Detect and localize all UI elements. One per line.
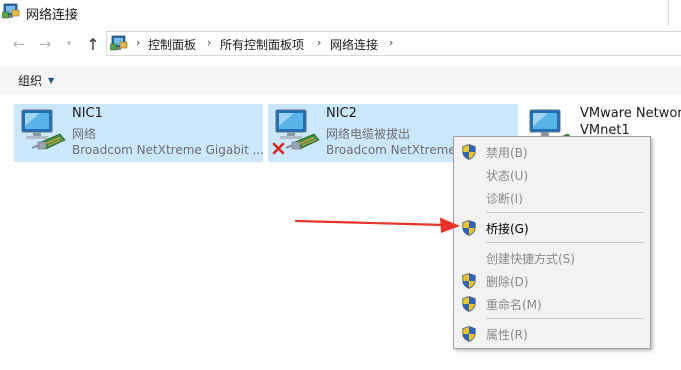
address-bar[interactable]: › 控制面板 › 所有控制面板项 › 网络连接 › (106, 31, 681, 56)
connection-name: VMware Network (580, 106, 681, 121)
menu-item-disable[interactable]: 禁用(B) (454, 141, 650, 163)
window-edge (668, 0, 681, 26)
uac-shield-icon (462, 326, 476, 342)
arrow-left-icon: ← (12, 35, 26, 53)
control-panel-icon (110, 35, 128, 51)
menu-item-label: 诊断(I) (486, 192, 523, 206)
menu-item-properties[interactable]: 属性(R) (454, 323, 650, 345)
breadcrumb-all-items[interactable]: 所有控制面板项 (220, 36, 304, 53)
breadcrumb-separator-icon[interactable]: › (389, 36, 393, 49)
breadcrumb-control-panel[interactable]: 控制面板 (148, 36, 196, 53)
breadcrumb-separator-icon[interactable]: › (136, 36, 140, 49)
context-menu: 禁用(B) 状态(U) 诊断(I) 桥接(G) 创建快捷方式(S) 删除(D) … (453, 136, 651, 349)
menu-item-bridge[interactable]: 桥接(G) (454, 217, 650, 239)
window-title: 网络连接 (26, 8, 79, 23)
title-bar: 网络连接 (0, 0, 681, 26)
menu-item-label: 属性(R) (486, 328, 528, 342)
navigation-bar: ← → ▾ ↑ › 控制面板 › 所有控制面板项 › 网络连接 › (0, 26, 681, 62)
menu-item-label: 禁用(B) (486, 146, 528, 160)
recent-locations-button[interactable]: ▾ (60, 34, 78, 54)
menu-separator (486, 318, 644, 319)
organize-label: 组织 (18, 74, 43, 88)
connection-device: Broadcom NetXtreme Gigabit ... (72, 143, 265, 157)
menu-separator (486, 212, 644, 213)
network-connections-icon (2, 3, 20, 19)
menu-item-status[interactable]: 状态(U) (454, 164, 650, 186)
connection-status: 网络 (72, 127, 97, 141)
menu-item-label: 桥接(G) (486, 222, 529, 236)
menu-item-diagnose[interactable]: 诊断(I) (454, 187, 650, 209)
connection-device: Broadcom NetXtreme (326, 143, 456, 157)
menu-item-label: 状态(U) (486, 169, 529, 183)
disconnected-x-icon (272, 142, 285, 155)
connection-name: NIC1 (72, 106, 103, 121)
breadcrumb-separator-icon[interactable]: › (317, 36, 321, 49)
menu-item-label: 创建快捷方式(S) (486, 252, 575, 266)
breadcrumb-network-connections[interactable]: 网络连接 (330, 36, 378, 53)
uac-shield-icon (462, 296, 476, 312)
connection-status: 网络电缆被拔出 (326, 127, 411, 141)
uac-shield-icon (462, 144, 476, 160)
arrow-right-icon: → (38, 35, 52, 53)
back-button[interactable]: ← (10, 34, 28, 54)
uac-shield-icon (462, 220, 476, 236)
menu-item-rename[interactable]: 重命名(M) (454, 293, 650, 315)
connection-nic1[interactable]: NIC1 网络 Broadcom NetXtreme Gigabit ... (14, 104, 265, 162)
menu-item-label: 重命名(M) (486, 298, 542, 312)
connection-name: NIC2 (326, 106, 357, 121)
organize-button[interactable]: 组织 ▼ (18, 72, 54, 89)
forward-button[interactable]: → (36, 34, 54, 54)
uac-shield-icon (462, 273, 476, 289)
menu-item-create-shortcut[interactable]: 创建快捷方式(S) (454, 247, 650, 269)
breadcrumb-separator-icon[interactable]: › (207, 36, 211, 49)
command-bar: 组织 ▼ (0, 66, 681, 94)
network-adapter-icon (18, 108, 68, 158)
menu-separator (486, 242, 644, 243)
caret-down-icon: ▼ (48, 76, 55, 85)
chevron-down-icon: ▾ (66, 39, 72, 49)
up-button[interactable]: ↑ (84, 34, 102, 54)
menu-item-label: 删除(D) (486, 275, 529, 289)
menu-item-delete[interactable]: 删除(D) (454, 270, 650, 292)
arrow-up-icon: ↑ (86, 34, 100, 54)
